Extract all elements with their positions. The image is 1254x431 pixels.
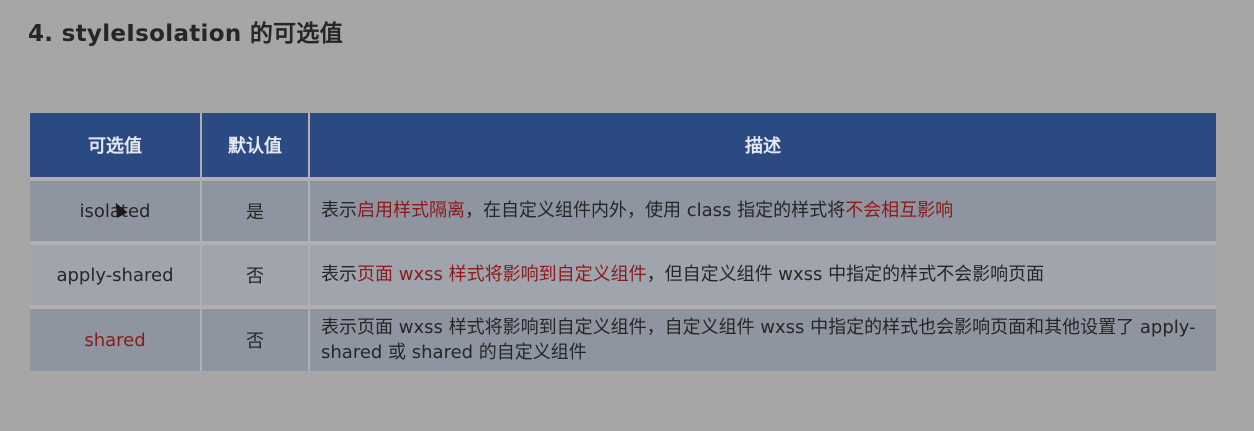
cell-description: 表示启用样式隔离，在自定义组件内外，使用 class 指定的样式将不会相互影响 [309, 179, 1216, 245]
header-value: 可选值 [30, 113, 202, 181]
table-header-row: 可选值 默认值 描述 [30, 113, 1216, 181]
desc-highlight: 不会相互影响 [845, 200, 954, 222]
header-description: 描述 [309, 113, 1216, 181]
table-row: isolated 是 表示启用样式隔离，在自定义组件内外，使用 class 指定… [30, 179, 1216, 245]
desc-highlight: 页面 wxss 样式将影响到自定义组件 [357, 264, 647, 286]
desc-text: 表示 [321, 264, 357, 286]
cell-value: apply-shared [30, 243, 202, 309]
cell-description: 表示页面 wxss 样式将影响到自定义组件，但自定义组件 wxss 中指定的样式… [309, 243, 1216, 309]
header-default: 默认值 [201, 113, 310, 181]
desc-text: 表示 [321, 200, 357, 222]
page-title: 4. styleIsolation 的可选值 [28, 21, 344, 47]
desc-text: ，但自定义组件 wxss 中指定的样式不会影响页面 [646, 264, 1045, 286]
table-row: apply-shared 否 表示页面 wxss 样式将影响到自定义组件，但自定… [30, 243, 1216, 309]
desc-text: 表示页面 wxss 样式将影响到自定义组件，自定义组件 wxss 中指定的样式也… [321, 316, 1196, 363]
desc-text: ，在自定义组件内外，使用 class 指定的样式将 [465, 200, 846, 222]
cell-default: 否 [201, 243, 310, 309]
cell-default: 否 [201, 307, 310, 371]
cell-description: 表示页面 wxss 样式将影响到自定义组件，自定义组件 wxss 中指定的样式也… [309, 307, 1216, 371]
table-row: shared 否 表示页面 wxss 样式将影响到自定义组件，自定义组件 wxs… [30, 307, 1216, 371]
style-isolation-table: 可选值 默认值 描述 isolated 是 表示启用样式隔离，在自定义组件内外，… [30, 113, 1216, 371]
cell-value: shared [30, 307, 202, 371]
cell-default: 是 [201, 179, 310, 245]
desc-highlight: 启用样式隔离 [357, 200, 465, 222]
